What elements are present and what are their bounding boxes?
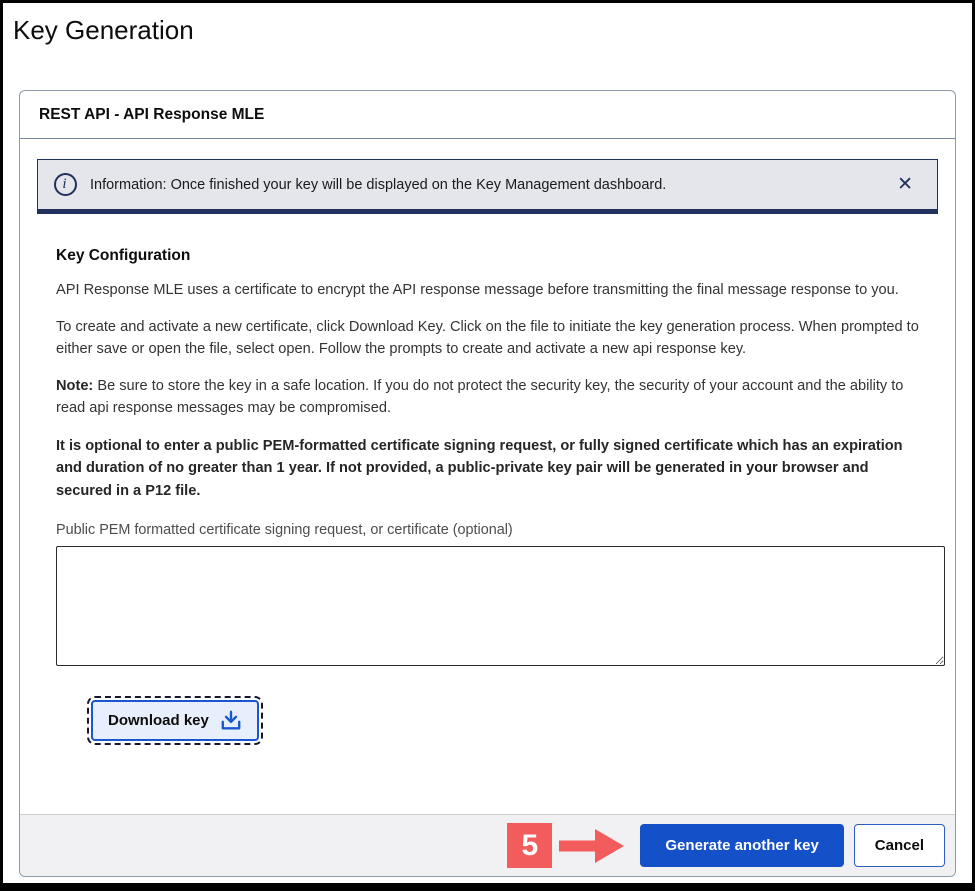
download-key-label: Download key xyxy=(108,712,209,729)
key-generation-page: Key Generation REST API - API Response M… xyxy=(0,0,975,891)
page-title: Key Generation xyxy=(13,14,972,46)
generate-another-key-button[interactable]: Generate another key xyxy=(640,824,843,867)
paragraph-intro: API Response MLE uses a certificate to e… xyxy=(56,279,919,302)
download-key-button[interactable]: Download key xyxy=(91,700,259,741)
section-title: Key Configuration xyxy=(56,247,919,265)
cancel-button[interactable]: Cancel xyxy=(854,824,945,867)
download-icon xyxy=(220,710,242,731)
note-label: Note: xyxy=(56,378,93,394)
paragraph-note: Note: Be sure to store the key in a safe… xyxy=(56,375,919,420)
rest-api-card: REST API - API Response MLE i Informatio… xyxy=(19,90,956,877)
key-configuration-section: Key Configuration API Response MLE uses … xyxy=(37,247,938,741)
pem-textarea[interactable] xyxy=(56,546,945,666)
note-text: Be sure to store the key in a safe locat… xyxy=(56,378,903,417)
close-icon[interactable]: ✕ xyxy=(881,171,929,198)
info-banner: i Information: Once finished your key wi… xyxy=(37,159,938,214)
arrow-right-icon xyxy=(559,827,625,865)
info-icon: i xyxy=(54,173,77,196)
card-footer: 5 Generate another key Cancel xyxy=(20,814,955,876)
info-banner-text: Information: Once finished your key will… xyxy=(90,177,881,193)
card-header-title: REST API - API Response MLE xyxy=(39,106,264,123)
card-body: i Information: Once finished your key wi… xyxy=(20,139,955,814)
card-header: REST API - API Response MLE xyxy=(20,91,955,139)
pem-field-label: Public PEM formatted certificate signing… xyxy=(56,522,919,538)
paragraph-instructions: To create and activate a new certificate… xyxy=(56,316,919,361)
step-badge: 5 xyxy=(507,823,552,868)
paragraph-optional: It is optional to enter a public PEM-for… xyxy=(56,435,919,503)
